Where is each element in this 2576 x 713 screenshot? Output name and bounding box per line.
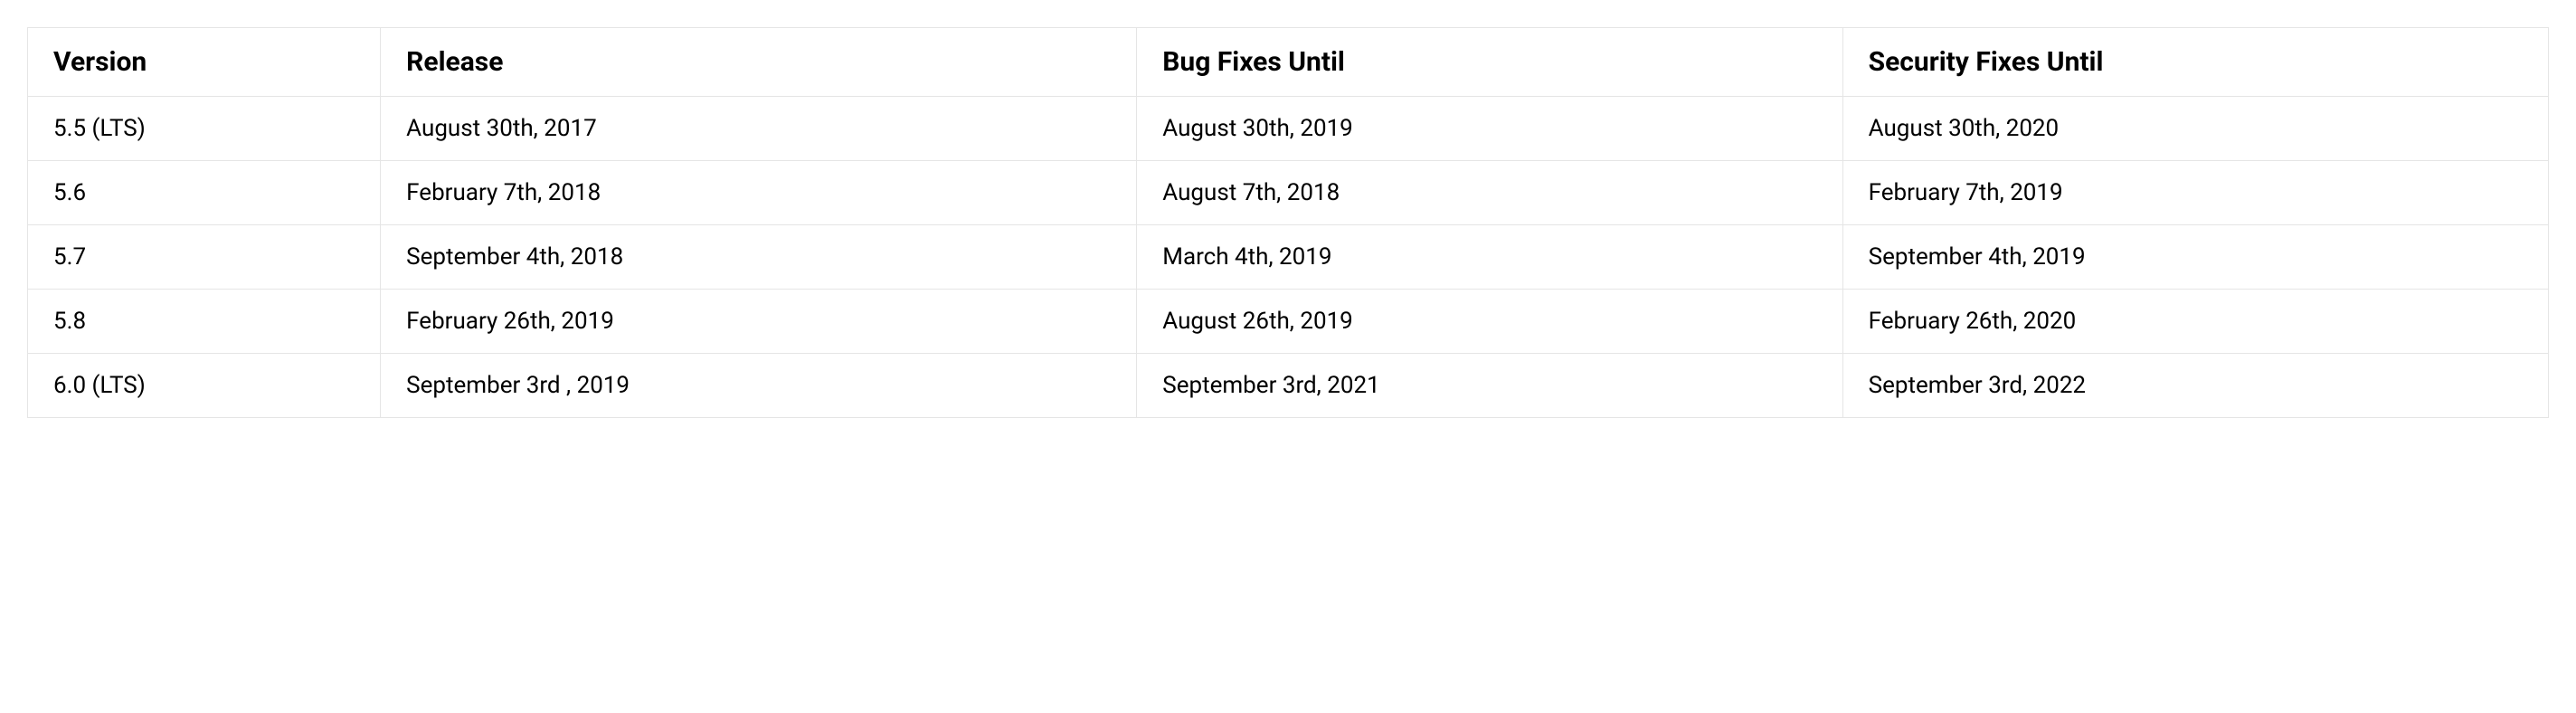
cell-version: 5.6: [28, 161, 381, 225]
cell-release: February 7th, 2018: [381, 161, 1137, 225]
cell-security-fixes: September 3rd, 2022: [1842, 354, 2548, 418]
cell-release: September 4th, 2018: [381, 225, 1137, 290]
cell-security-fixes: September 4th, 2019: [1842, 225, 2548, 290]
version-support-table: Version Release Bug Fixes Until Security…: [27, 27, 2549, 418]
cell-release: February 26th, 2019: [381, 290, 1137, 354]
cell-bug-fixes: August 30th, 2019: [1137, 97, 1842, 161]
cell-security-fixes: August 30th, 2020: [1842, 97, 2548, 161]
cell-bug-fixes: August 26th, 2019: [1137, 290, 1842, 354]
cell-release: August 30th, 2017: [381, 97, 1137, 161]
cell-bug-fixes: August 7th, 2018: [1137, 161, 1842, 225]
cell-bug-fixes: March 4th, 2019: [1137, 225, 1842, 290]
table-header-row: Version Release Bug Fixes Until Security…: [28, 28, 2549, 97]
cell-version: 6.0 (LTS): [28, 354, 381, 418]
table-row: 5.8 February 26th, 2019 August 26th, 201…: [28, 290, 2549, 354]
header-version: Version: [28, 28, 381, 97]
cell-version: 5.5 (LTS): [28, 97, 381, 161]
cell-version: 5.8: [28, 290, 381, 354]
table-row: 5.7 September 4th, 2018 March 4th, 2019 …: [28, 225, 2549, 290]
cell-release: September 3rd , 2019: [381, 354, 1137, 418]
header-bug-fixes: Bug Fixes Until: [1137, 28, 1842, 97]
header-release: Release: [381, 28, 1137, 97]
header-security-fixes: Security Fixes Until: [1842, 28, 2548, 97]
table-row: 6.0 (LTS) September 3rd , 2019 September…: [28, 354, 2549, 418]
cell-version: 5.7: [28, 225, 381, 290]
table-row: 5.6 February 7th, 2018 August 7th, 2018 …: [28, 161, 2549, 225]
table-row: 5.5 (LTS) August 30th, 2017 August 30th,…: [28, 97, 2549, 161]
cell-security-fixes: February 7th, 2019: [1842, 161, 2548, 225]
cell-security-fixes: February 26th, 2020: [1842, 290, 2548, 354]
cell-bug-fixes: September 3rd, 2021: [1137, 354, 1842, 418]
